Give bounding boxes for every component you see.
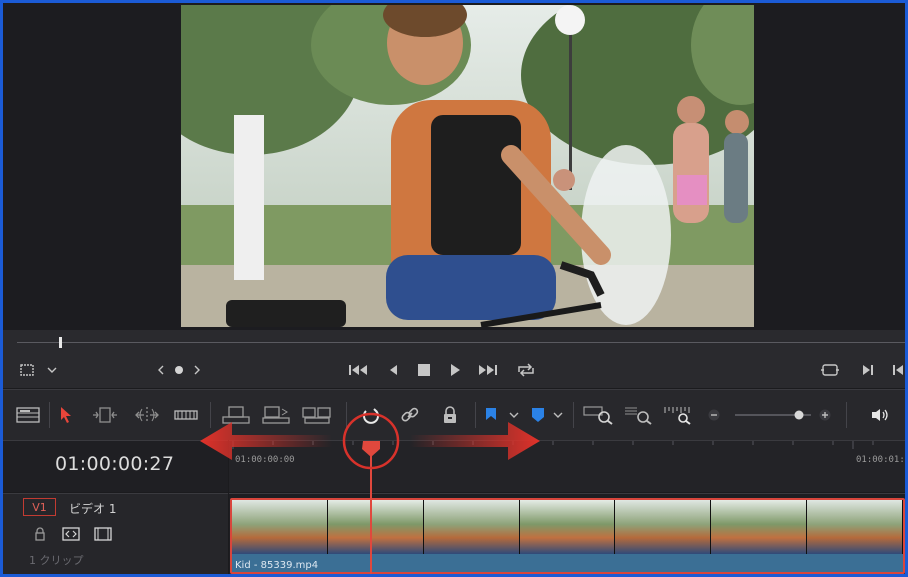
- left-arrow-icon: [200, 422, 332, 460]
- playhead-marker-icon: [362, 441, 380, 457]
- right-arrow-icon: [410, 422, 540, 460]
- playhead-annotation: [200, 412, 540, 470]
